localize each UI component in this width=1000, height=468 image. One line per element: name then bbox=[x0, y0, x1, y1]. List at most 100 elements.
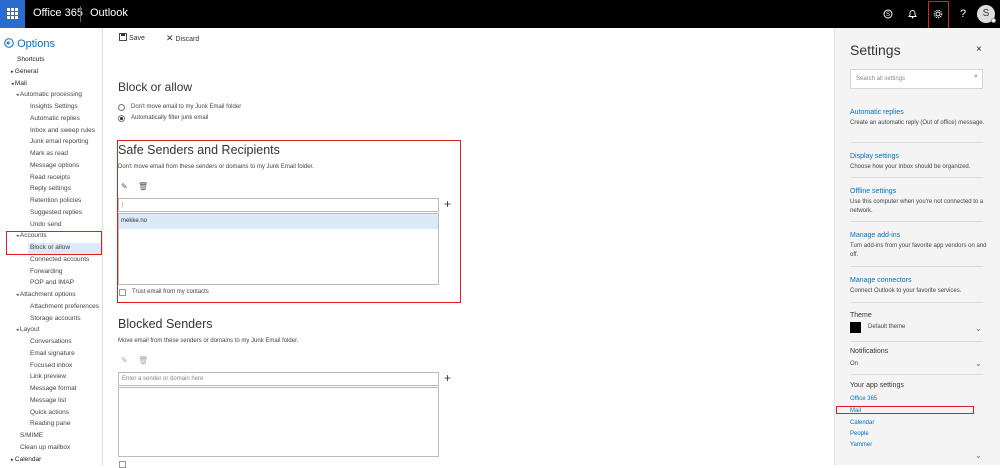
sidebar-item-message-format[interactable]: Message format bbox=[30, 385, 77, 392]
sidebar-item-connected-accounts[interactable]: Connected accounts bbox=[30, 256, 89, 263]
trust-contacts-label: Trust email from my contacts bbox=[132, 289, 209, 295]
sidebar-item-label: Email signature bbox=[30, 349, 75, 357]
chevron-down-icon[interactable]: ⌄ bbox=[975, 451, 982, 460]
notifications-value[interactable]: On bbox=[850, 361, 858, 367]
blocked-senders-title: Blocked Senders bbox=[118, 317, 213, 331]
sidebar-item-automatic-processing[interactable]: ◂ Automatic processing bbox=[16, 91, 82, 98]
notifications-button[interactable] bbox=[900, 0, 924, 28]
title-divider bbox=[80, 6, 81, 22]
settings-link-manage-connectors[interactable]: Manage connectors bbox=[850, 277, 911, 284]
safe-sender-input[interactable]: | bbox=[118, 198, 439, 212]
sidebar-item-inbox-and-sweep-rules[interactable]: Inbox and sweep rules bbox=[30, 127, 95, 134]
theme-label: Theme bbox=[850, 312, 872, 319]
sidebar-item-message-list[interactable]: Message list bbox=[30, 397, 66, 404]
sidebar-item-label: Mark as read bbox=[30, 150, 68, 157]
discard-button[interactable]: ✕ Discard bbox=[166, 33, 199, 44]
trash-icon[interactable]: 🗑 bbox=[138, 182, 148, 191]
settings-link-automatic-replies[interactable]: Automatic replies bbox=[850, 109, 904, 116]
radio-dont-move[interactable] bbox=[118, 104, 125, 111]
blocked-sender-input[interactable]: Enter a sender or domain here bbox=[118, 372, 439, 386]
save-button[interactable]: Save bbox=[119, 33, 145, 42]
app-name[interactable]: Outlook bbox=[90, 7, 128, 19]
sidebar-item-conversations[interactable]: Conversations bbox=[30, 338, 72, 345]
accounts-highlight-box bbox=[6, 231, 102, 255]
search-icon[interactable]: ⌕ bbox=[974, 73, 978, 81]
radio-auto-filter[interactable] bbox=[118, 115, 125, 122]
help-button[interactable]: ? bbox=[951, 0, 975, 28]
settings-link-description: Create an automatic reply (Out of office… bbox=[850, 120, 985, 126]
divider bbox=[850, 374, 983, 375]
sidebar-item-forwarding[interactable]: Forwarding bbox=[30, 268, 63, 275]
sidebar-item-label: Conversations bbox=[30, 338, 72, 345]
trust-contacts-checkbox[interactable] bbox=[119, 289, 126, 296]
edit-icon[interactable]: ✎ bbox=[121, 356, 128, 365]
chevron-down-icon[interactable]: ⌄ bbox=[975, 324, 982, 333]
sidebar-item-calendar[interactable]: ▸ Calendar bbox=[11, 456, 41, 463]
sidebar-item-message-options[interactable]: Message options bbox=[30, 162, 79, 169]
theme-value[interactable]: Default theme bbox=[868, 324, 905, 330]
svg-text:S: S bbox=[886, 12, 890, 18]
edit-icon[interactable]: ✎ bbox=[121, 182, 128, 191]
sidebar-item-layout[interactable]: ◂ Layout bbox=[16, 326, 39, 333]
blocked-senders-description: Move email from these senders or domains… bbox=[118, 338, 299, 344]
sidebar-item-quick-actions[interactable]: Quick actions bbox=[30, 409, 69, 416]
sidebar-item-shortcuts[interactable]: Shortcuts bbox=[17, 56, 44, 63]
sidebar-item-label: Calendar bbox=[14, 455, 42, 463]
sidebar-item-pop-and-imap[interactable]: POP and IMAP bbox=[30, 279, 74, 286]
skype-button[interactable]: S bbox=[876, 0, 900, 28]
settings-search-input[interactable]: Search all settings bbox=[850, 69, 983, 89]
sidebar-item-insights-settings[interactable]: Insights Settings bbox=[30, 103, 78, 110]
sidebar-item-suggested-replies[interactable]: Suggested replies bbox=[30, 209, 82, 216]
safe-senders-list: mekke.no bbox=[118, 213, 439, 285]
settings-link-display-settings[interactable]: Display settings bbox=[850, 153, 899, 160]
sidebar-item-label: Message format bbox=[30, 385, 77, 392]
sidebar-item-reply-settings[interactable]: Reply settings bbox=[30, 185, 71, 192]
sidebar-item-read-receipts[interactable]: Read receipts bbox=[30, 174, 70, 181]
trash-icon[interactable]: 🗑 bbox=[138, 356, 148, 365]
sidebar-item-storage-accounts[interactable]: Storage accounts bbox=[30, 315, 81, 322]
sidebar-item-junk-email-reporting[interactable]: Junk email reporting bbox=[30, 138, 89, 145]
app-link-people[interactable]: People bbox=[850, 431, 869, 437]
sidebar-item-label: Inbox and sweep rules bbox=[30, 126, 96, 134]
sidebar-item-attachment-options[interactable]: ◂ Attachment options bbox=[16, 291, 76, 298]
blocked-senders-list bbox=[118, 387, 439, 457]
radio-dont-move-label: Don't move email to my Junk Email folder bbox=[131, 104, 242, 110]
sidebar-item-label: Reply settings bbox=[30, 185, 71, 193]
app-link-calendar[interactable]: Calendar bbox=[850, 420, 874, 426]
sidebar-item-label: Connected accounts bbox=[30, 255, 90, 263]
options-back-link[interactable]: Options bbox=[4, 38, 55, 50]
sidebar-item-link-preview[interactable]: Link preview bbox=[30, 373, 66, 380]
theme-swatch[interactable] bbox=[850, 322, 861, 333]
close-settings-button[interactable]: × bbox=[976, 44, 982, 55]
sidebar-item-label: Undo send bbox=[30, 220, 62, 228]
sidebar-item-mail[interactable]: ◂ Mail bbox=[11, 80, 27, 87]
sidebar-item-s-mime[interactable]: S/MIME bbox=[20, 432, 43, 439]
divider bbox=[850, 177, 983, 178]
app-link-yammer[interactable]: Yammer bbox=[850, 442, 872, 448]
sidebar-item-general[interactable]: ▸ General bbox=[11, 68, 38, 75]
chevron-down-icon[interactable]: ⌄ bbox=[975, 359, 982, 368]
sidebar-item-label: Message list bbox=[30, 396, 67, 404]
sidebar-item-clean-up-mailbox[interactable]: Clean up mailbox bbox=[20, 444, 70, 451]
skype-icon: S bbox=[883, 9, 893, 19]
sidebar-item-label: Mail bbox=[14, 79, 27, 87]
app-launcher-button[interactable] bbox=[0, 0, 25, 28]
sidebar-item-reading-pane[interactable]: Reading pane bbox=[30, 420, 70, 427]
sidebar-item-label: Shortcuts bbox=[17, 56, 45, 63]
sidebar-item-automatic-replies[interactable]: Automatic replies bbox=[30, 115, 80, 122]
list-item[interactable]: mekke.no bbox=[119, 214, 438, 229]
sidebar-item-retention-policies[interactable]: Retention policies bbox=[30, 197, 81, 204]
add-blocked-sender-button[interactable]: + bbox=[444, 371, 451, 385]
sidebar-item-focused-inbox[interactable]: Focused inbox bbox=[30, 362, 72, 369]
settings-link-offline-settings[interactable]: Offline settings bbox=[850, 188, 896, 195]
sidebar-item-undo-send[interactable]: Undo send bbox=[30, 221, 61, 228]
sidebar-item-mark-as-read[interactable]: Mark as read bbox=[30, 150, 68, 157]
sidebar-item-email-signature[interactable]: Email signature bbox=[30, 350, 75, 357]
divider bbox=[850, 302, 983, 303]
sidebar-item-label: Insights Settings bbox=[30, 103, 78, 110]
add-safe-sender-button[interactable]: + bbox=[444, 197, 451, 211]
sidebar-item-attachment-preferences[interactable]: Attachment preferences bbox=[30, 303, 99, 310]
suite-title[interactable]: Office 365 bbox=[33, 7, 83, 19]
settings-link-manage-add-ins[interactable]: Manage add-ins bbox=[850, 232, 900, 239]
app-link-office-365[interactable]: Office 365 bbox=[850, 396, 877, 402]
